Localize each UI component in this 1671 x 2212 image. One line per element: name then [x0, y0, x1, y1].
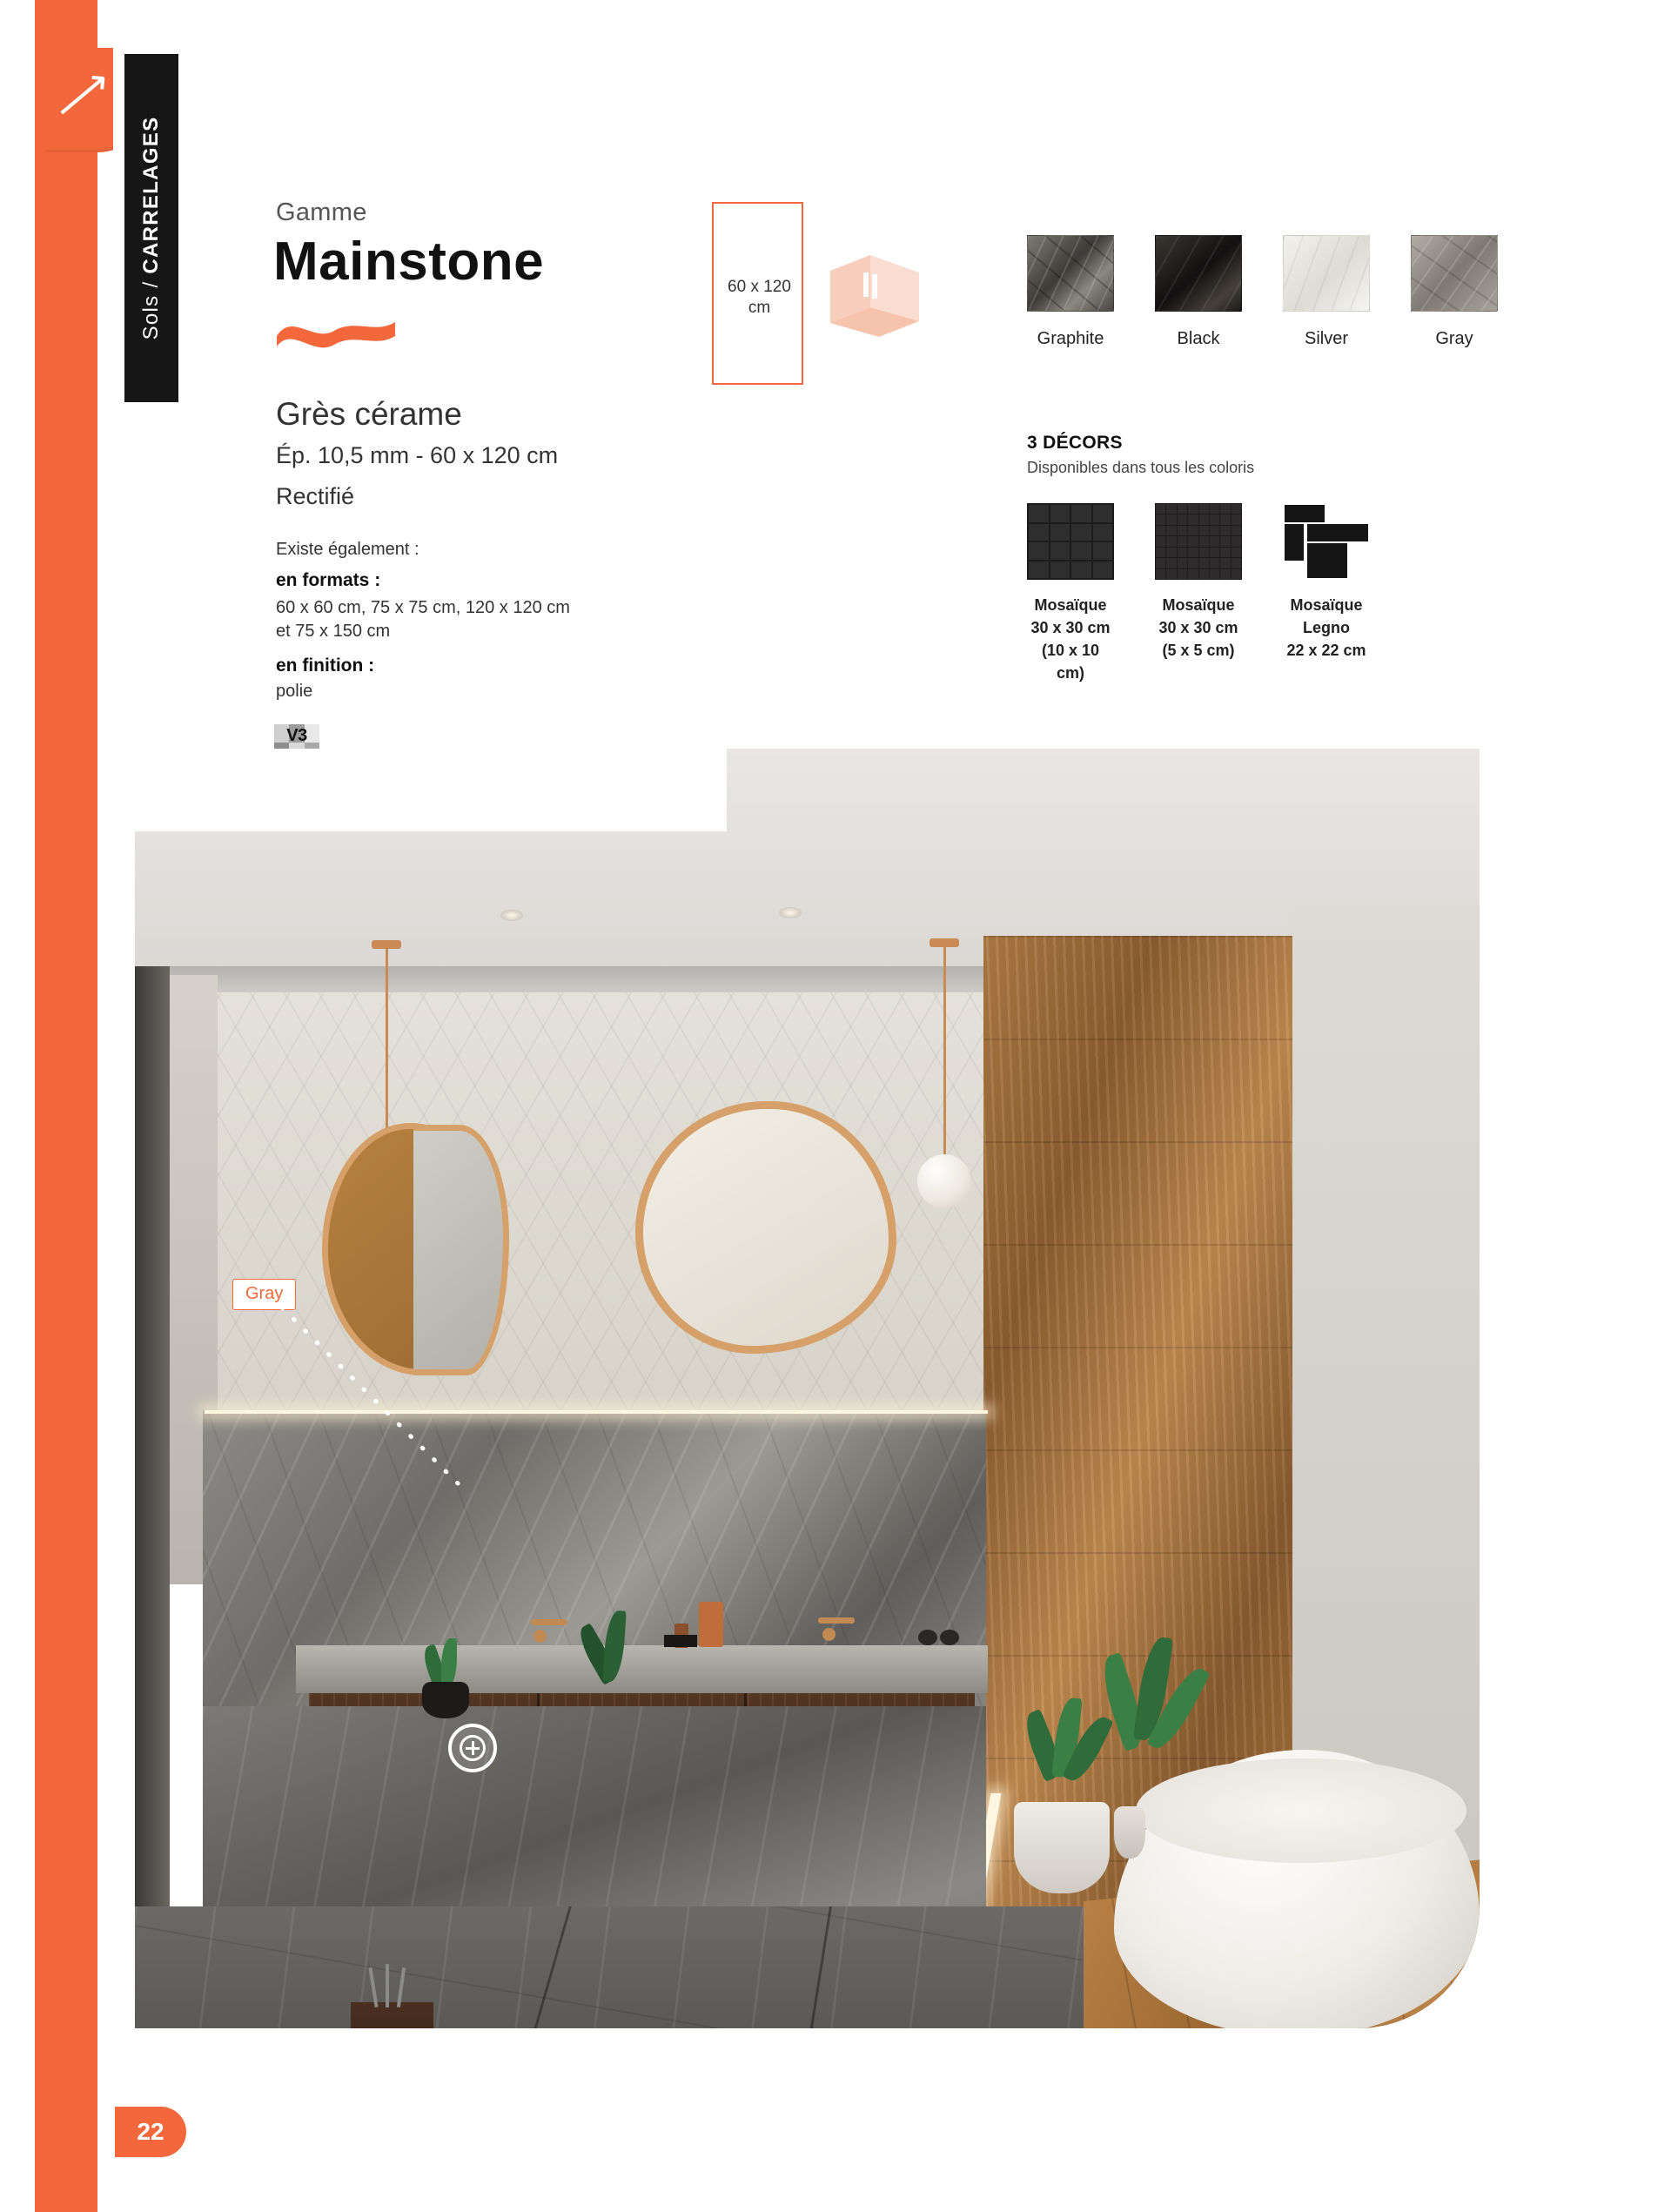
color-swatch-item[interactable]: Graphite	[1027, 235, 1114, 349]
page-title: Mainstone	[273, 232, 545, 292]
decor-detail: (5 x 5 cm)	[1162, 642, 1235, 659]
section-tab-label-bold: CARRELAGES	[139, 116, 163, 274]
room-photo	[135, 749, 1480, 2028]
finish-title: en finition :	[276, 656, 375, 676]
format-size-line-2: cm	[748, 299, 771, 317]
decor-list: Mosaïque 30 x 30 cm (10 x 10 cm) Mosaïqu…	[1027, 503, 1370, 684]
decor-size: Legno	[1303, 619, 1350, 636]
color-name: Graphite	[1037, 329, 1104, 348]
decor-detail: (10 x 10 cm)	[1041, 642, 1100, 682]
swatch-silver	[1283, 235, 1370, 312]
decor-size: 30 x 30 cm	[1030, 619, 1111, 636]
decor-item[interactable]: Mosaïque 30 x 30 cm (5 x 5 cm)	[1155, 503, 1242, 684]
decor-name: Mosaïque	[1162, 596, 1235, 614]
color-swatch-item[interactable]: Gray	[1411, 235, 1498, 349]
swatch-graphite	[1027, 235, 1114, 312]
gamme-label: Gamme	[276, 198, 367, 226]
section-tab: Sols / CARRELAGES	[124, 54, 178, 402]
formats-line-1: 60 x 60 cm, 75 x 75 cm, 120 x 120 cm	[276, 598, 570, 617]
orange-wave-icon	[277, 322, 395, 348]
color-callout-badge[interactable]: Gray	[232, 1279, 297, 1310]
format-size-line-1: 60 x 120	[728, 278, 791, 296]
decor-mosaic-10x10	[1027, 503, 1114, 580]
decor-size: 30 x 30 cm	[1158, 619, 1238, 636]
color-name: Black	[1177, 329, 1220, 348]
room-isometric-icon	[830, 255, 919, 337]
decor-item[interactable]: Mosaïque 30 x 30 cm (10 x 10 cm)	[1027, 503, 1114, 684]
swatch-black	[1155, 235, 1242, 312]
also-available-label: Existe également :	[276, 540, 419, 559]
color-swatch-item[interactable]: Black	[1155, 235, 1242, 349]
edge-finish: Rectifié	[276, 483, 355, 509]
decors-subtitle: Disponibles dans tous les coloris	[1027, 459, 1255, 476]
section-tab-label-light: Sols /	[139, 273, 163, 340]
formats-title: en formats :	[276, 570, 381, 590]
decor-mosaic-5x5	[1155, 503, 1242, 580]
finish-value: polie	[276, 682, 313, 701]
thickness-and-size: Ép. 10,5 mm - 60 x 120 cm	[276, 442, 559, 468]
decor-name: Mosaïque	[1290, 596, 1363, 614]
decor-mosaic-legno	[1283, 503, 1370, 580]
swatch-gray	[1411, 235, 1498, 312]
material-name: Grès cérame	[276, 396, 462, 432]
formats-line-2: et 75 x 150 cm	[276, 622, 391, 641]
decor-name: Mosaïque	[1034, 596, 1107, 614]
catalog-page: ⟶ Sols / CARRELAGES Gamme Mainstone Grès…	[0, 0, 1671, 2212]
decors-title: 3 DÉCORS	[1027, 433, 1123, 453]
decor-item[interactable]: Mosaïque Legno 22 x 22 cm	[1283, 503, 1370, 684]
color-name: Gray	[1435, 329, 1473, 348]
left-accent-bar	[35, 0, 97, 2212]
color-swatch-list: Graphite Black Silver Gray	[1027, 235, 1498, 349]
color-swatch-item[interactable]: Silver	[1283, 235, 1370, 349]
format-diagram-box: 60 x 120 cm	[712, 202, 803, 385]
color-name: Silver	[1304, 329, 1348, 348]
page-number-badge: 22	[115, 2107, 186, 2157]
photo-top-left-notch	[135, 749, 727, 831]
plus-hotspot-icon[interactable]	[448, 1724, 497, 1772]
decor-detail: 22 x 22 cm	[1286, 642, 1366, 659]
shade-variation-label: V3	[286, 726, 307, 745]
